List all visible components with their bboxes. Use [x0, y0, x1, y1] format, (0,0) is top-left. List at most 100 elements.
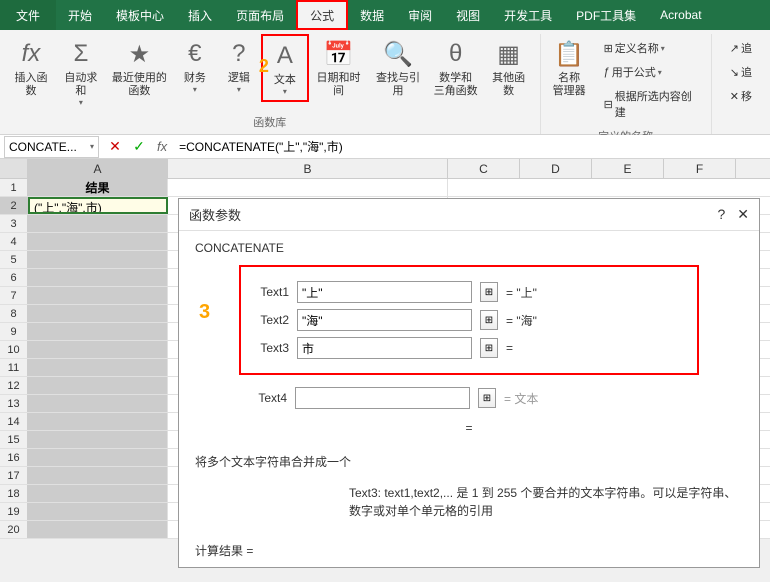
more-functions-button[interactable]: ▦ 其他函数 — [484, 34, 534, 102]
tab-review[interactable]: 审阅 — [396, 0, 444, 30]
tab-pdf[interactable]: PDF工具集 — [564, 0, 648, 30]
cell[interactable] — [28, 359, 168, 376]
cell[interactable] — [28, 287, 168, 304]
tab-acrobat[interactable]: Acrobat — [648, 0, 713, 30]
row-header[interactable]: 16 — [0, 449, 28, 466]
args-highlighted-box: 3 Text1 ⊞ = "上" Text2 ⊞ = "海" Text3 ⊞ = — [239, 265, 699, 375]
cell-a2-active[interactable]: ("上","海",市) — [28, 197, 168, 214]
tab-page-layout[interactable]: 页面布局 — [224, 0, 296, 30]
tab-data[interactable]: 数据 — [348, 0, 396, 30]
cell[interactable] — [28, 467, 168, 484]
dialog-title-bar[interactable]: 函数参数 ? ✕ — [179, 199, 759, 231]
tab-template[interactable]: 模板中心 — [104, 0, 176, 30]
dialog-description: 将多个文本字符串合并成一个 — [179, 447, 759, 476]
text-functions-button[interactable]: 2 A 文本 ▾ — [261, 34, 309, 102]
formula-input[interactable] — [173, 135, 770, 158]
tab-home[interactable]: 开始 — [56, 0, 104, 30]
name-manager-button[interactable]: 📋 名称 管理器 — [547, 34, 592, 102]
confirm-formula-button[interactable]: ✓ — [127, 136, 151, 158]
insert-function-button[interactable]: fx 插入函数 — [6, 34, 56, 102]
text4-input[interactable] — [295, 387, 470, 409]
arg-row: Text4 ⊞ = 文本 — [247, 387, 691, 409]
col-header-a[interactable]: A — [28, 159, 168, 178]
row-header[interactable]: 12 — [0, 377, 28, 394]
text1-input[interactable] — [297, 281, 472, 303]
lookup-icon: 🔍 — [382, 38, 414, 70]
row-header[interactable]: 11 — [0, 359, 28, 376]
financial-button[interactable]: € 财务 ▾ — [173, 34, 217, 98]
row-header[interactable]: 5 — [0, 251, 28, 268]
range-picker-button[interactable]: ⊞ — [480, 338, 498, 358]
row-header[interactable]: 14 — [0, 413, 28, 430]
tab-formulas[interactable]: 公式 — [296, 0, 348, 30]
cell[interactable] — [28, 521, 168, 538]
logical-label: 逻辑 — [228, 72, 250, 85]
cell[interactable] — [28, 305, 168, 322]
recent-functions-button[interactable]: ★ 最近使用的 函数 — [106, 34, 173, 102]
logical-button[interactable]: ? 逻辑 ▾ — [217, 34, 261, 98]
row-header[interactable]: 4 — [0, 233, 28, 250]
select-all-corner[interactable] — [0, 159, 28, 178]
trace-precedents-button[interactable]: ↗追 — [726, 38, 756, 58]
col-header-d[interactable]: D — [520, 159, 592, 178]
create-from-selection-button[interactable]: ⊟根据所选内容创建 — [600, 86, 697, 122]
close-button[interactable]: ✕ — [737, 206, 749, 223]
row-header[interactable]: 15 — [0, 431, 28, 448]
row-header[interactable]: 18 — [0, 485, 28, 502]
row-header[interactable]: 20 — [0, 521, 28, 538]
lookup-button[interactable]: 🔍 查找与引用 — [368, 34, 427, 102]
row-header[interactable]: 13 — [0, 395, 28, 412]
cell[interactable] — [28, 449, 168, 466]
fx-icon[interactable]: fx — [151, 139, 173, 154]
cell[interactable] — [28, 395, 168, 412]
tab-file[interactable]: 文件 — [0, 0, 56, 30]
remove-arrows-button[interactable]: ✕移 — [726, 86, 756, 106]
lookup-label: 查找与引用 — [374, 72, 421, 98]
cell[interactable] — [28, 413, 168, 430]
row-header[interactable]: 17 — [0, 467, 28, 484]
tab-developer[interactable]: 开发工具 — [492, 0, 564, 30]
row-header[interactable]: 8 — [0, 305, 28, 322]
autosum-button[interactable]: Σ 自动求和 ▾ — [56, 34, 106, 111]
cell[interactable] — [28, 503, 168, 520]
row-header[interactable]: 3 — [0, 215, 28, 232]
range-picker-button[interactable]: ⊞ — [480, 282, 498, 302]
cell-a1[interactable]: 结果 — [28, 179, 168, 196]
cancel-formula-button[interactable]: ✕ — [103, 136, 127, 158]
row-header[interactable]: 9 — [0, 323, 28, 340]
row-header[interactable]: 6 — [0, 269, 28, 286]
cell[interactable] — [28, 485, 168, 502]
math-button[interactable]: θ 数学和 三角函数 — [428, 34, 484, 102]
col-header-c[interactable]: C — [448, 159, 520, 178]
col-header-e[interactable]: E — [592, 159, 664, 178]
text3-input[interactable] — [297, 337, 472, 359]
cell[interactable] — [28, 377, 168, 394]
use-in-formula-button[interactable]: ƒ用于公式▾ — [600, 62, 697, 82]
tab-view[interactable]: 视图 — [444, 0, 492, 30]
cell[interactable] — [28, 431, 168, 448]
cell[interactable] — [28, 323, 168, 340]
dropdown-arrow-icon: ▾ — [79, 98, 83, 107]
define-name-button[interactable]: ⊞定义名称▾ — [600, 38, 697, 58]
range-picker-button[interactable]: ⊞ — [478, 388, 496, 408]
row-header[interactable]: 1 — [0, 179, 28, 196]
name-box[interactable]: CONCATE... ▾ — [4, 136, 99, 158]
cell[interactable] — [168, 179, 448, 196]
cell[interactable] — [28, 251, 168, 268]
row-header[interactable]: 2 — [0, 197, 28, 214]
cell[interactable] — [28, 269, 168, 286]
cell[interactable] — [28, 341, 168, 358]
col-header-b[interactable]: B — [168, 159, 448, 178]
text2-input[interactable] — [297, 309, 472, 331]
datetime-button[interactable]: 📅 日期和时间 — [309, 34, 368, 102]
row-header[interactable]: 10 — [0, 341, 28, 358]
cell[interactable] — [28, 233, 168, 250]
tab-insert[interactable]: 插入 — [176, 0, 224, 30]
row-header[interactable]: 7 — [0, 287, 28, 304]
range-picker-button[interactable]: ⊞ — [480, 310, 498, 330]
trace-dependents-button[interactable]: ↘追 — [726, 62, 756, 82]
cell[interactable] — [28, 215, 168, 232]
row-header[interactable]: 19 — [0, 503, 28, 520]
col-header-f[interactable]: F — [664, 159, 736, 178]
help-button[interactable]: ? — [717, 206, 725, 223]
